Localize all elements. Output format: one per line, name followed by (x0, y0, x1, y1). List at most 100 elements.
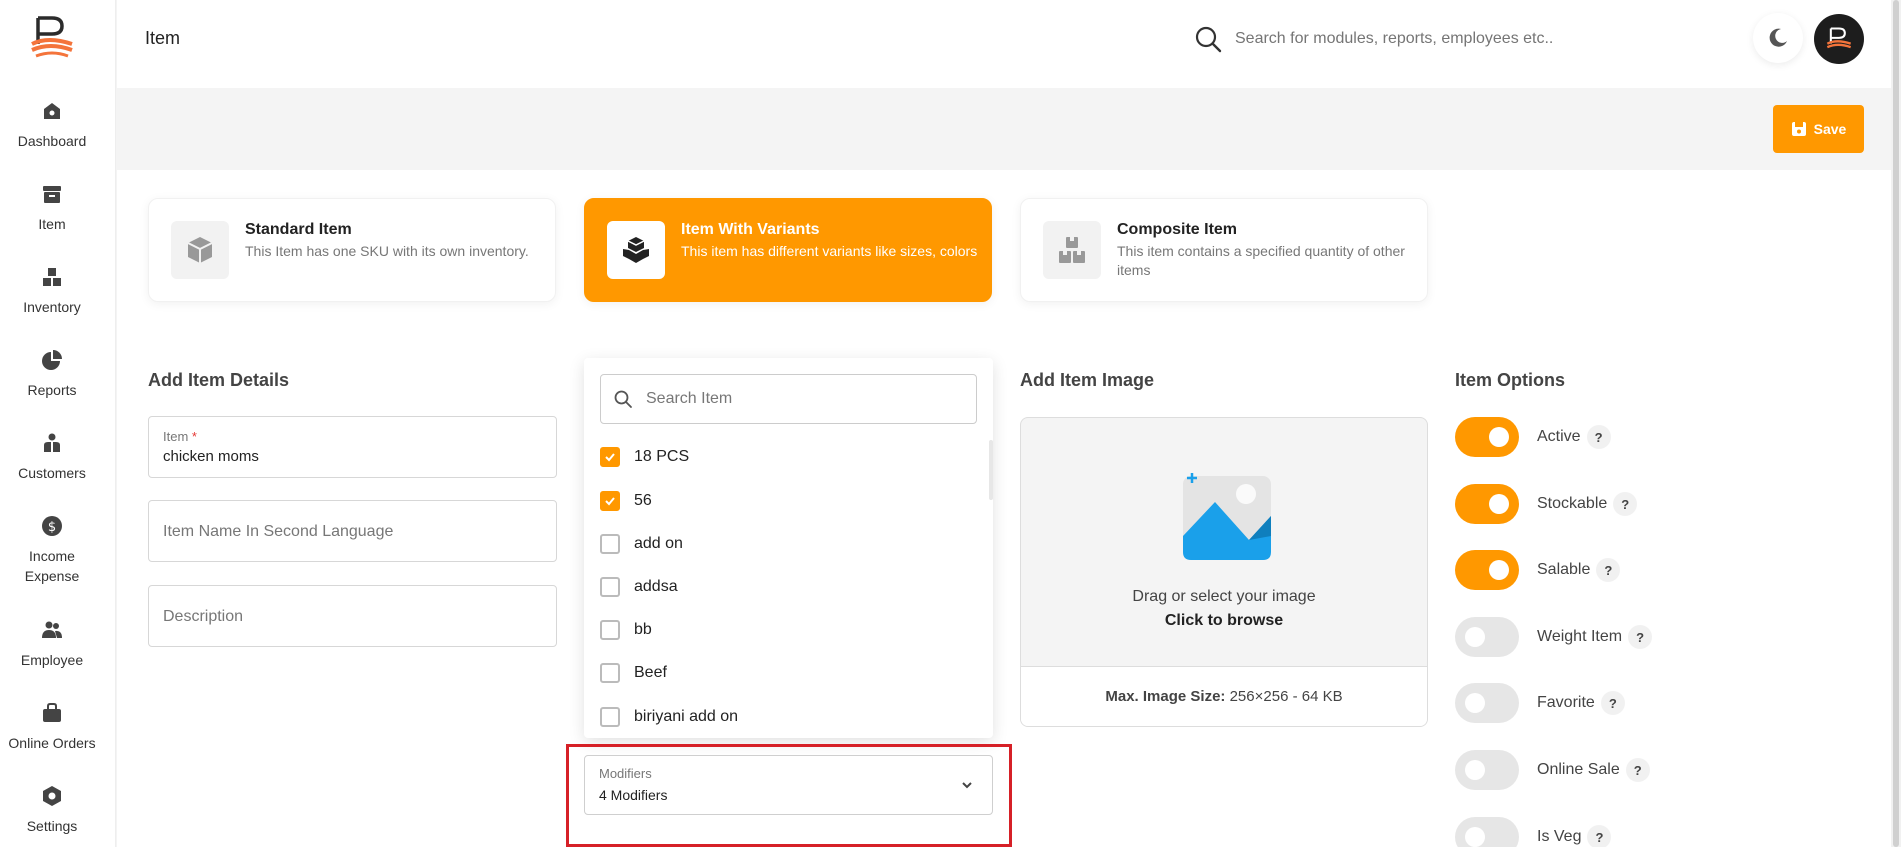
modifier-option[interactable]: 56 (600, 486, 652, 516)
modifier-search-input[interactable]: Search Item (600, 374, 977, 424)
sidebar-item-inventory[interactable]: Inventory (0, 266, 104, 317)
theme-toggle-button[interactable] (1753, 13, 1803, 63)
option-label: 18 PCS (634, 448, 690, 465)
avatar-logo-icon (1826, 27, 1852, 49)
user-avatar[interactable] (1814, 14, 1864, 64)
composite-item-card[interactable]: Composite Item This item contains a spec… (1020, 198, 1428, 302)
check-icon (605, 497, 615, 506)
sidebar-item-label: Employee (20, 652, 84, 668)
option-label: Weight Item (1537, 628, 1623, 645)
option-label: Stockable (1537, 495, 1608, 512)
settings-icon (43, 786, 61, 806)
browse-link[interactable]: Click to browse (1021, 612, 1427, 630)
cube-icon (171, 221, 229, 279)
help-icon[interactable]: ? (1587, 825, 1612, 847)
sidebar-item-label: Reports (27, 382, 77, 398)
modifier-option[interactable]: biriyani add on (600, 702, 738, 732)
image-upload-dropzone[interactable]: Drag or select your image Click to brows… (1020, 417, 1428, 727)
checkbox[interactable] (600, 447, 620, 467)
modifiers-select[interactable]: Modifiers 4 Modifiers (584, 755, 993, 815)
card-title: Standard Item (245, 221, 352, 238)
item-with-variants-card[interactable]: Item With Variants This item has differe… (584, 198, 992, 302)
sidebar-item-online-orders[interactable]: Online Orders (0, 702, 104, 753)
option-label: Active (1537, 428, 1581, 445)
option-label: biriyani add on (634, 708, 739, 725)
sidebar-item-settings[interactable]: Settings (0, 785, 104, 836)
app-logo[interactable] (28, 14, 76, 58)
description-placeholder: Description (163, 608, 244, 625)
sidebar-item-income-expense[interactable]: $ Income Expense (0, 515, 104, 586)
favorite-toggle[interactable] (1455, 683, 1519, 723)
page-scrollbar[interactable] (1891, 0, 1901, 847)
option-label: Online Sale (1537, 761, 1620, 778)
second-language-name-field[interactable]: Item Name In Second Language (148, 500, 557, 562)
description-field[interactable]: Description (148, 585, 557, 647)
checkbox[interactable] (600, 577, 620, 597)
sidebar-item-customers[interactable]: Customers (0, 432, 104, 483)
item-name-field[interactable]: Item * chicken moms (148, 416, 557, 478)
option-stockable: Stockable ? (1455, 484, 1638, 524)
stockable-toggle[interactable] (1455, 484, 1519, 524)
scrollbar-thumb[interactable] (1893, 0, 1899, 847)
variants-cubes-icon (607, 221, 665, 279)
help-icon[interactable]: ? (1625, 758, 1650, 782)
checkbox[interactable] (600, 707, 620, 727)
checkbox[interactable] (600, 663, 620, 683)
checkbox[interactable] (600, 491, 620, 511)
dropdown-scrollbar[interactable] (989, 440, 993, 500)
help-icon[interactable]: ? (1600, 691, 1625, 715)
online-sale-toggle[interactable] (1455, 750, 1519, 790)
second-language-placeholder: Item Name In Second Language (163, 523, 394, 540)
modifier-option[interactable]: 18 PCS (600, 442, 689, 472)
option-label: 56 (634, 492, 652, 509)
top-header: Item (117, 0, 1901, 88)
card-description: This Item has one SKU with its own inven… (245, 243, 529, 259)
option-label: Is Veg (1537, 828, 1582, 845)
active-toggle[interactable] (1455, 417, 1519, 457)
save-button[interactable]: Save (1773, 105, 1864, 153)
help-icon[interactable]: ? (1586, 425, 1611, 449)
help-icon[interactable]: ? (1596, 558, 1621, 582)
modifier-option[interactable]: bb (600, 615, 652, 645)
checkbox[interactable] (600, 620, 620, 640)
option-label: Favorite (1537, 694, 1595, 711)
sidebar-item-employee[interactable]: Employee (0, 619, 104, 670)
sidebar-item-dashboard[interactable]: Dashboard (0, 100, 104, 151)
help-icon[interactable]: ? (1613, 492, 1638, 516)
global-search-input[interactable] (1235, 24, 1615, 54)
option-label: Beef (634, 664, 667, 681)
modifiers-dropdown-panel: Search Item 18 PCS 56 add on addsa bb Be… (584, 358, 993, 738)
modifier-option[interactable]: add on (600, 529, 683, 559)
sidebar-item-label: Inventory (23, 299, 81, 315)
option-favorite: Favorite ? (1455, 683, 1625, 723)
save-button-label: Save (1813, 121, 1847, 137)
help-icon[interactable]: ? (1628, 625, 1653, 649)
modifier-option[interactable]: Beef (600, 658, 667, 688)
sidebar-item-item[interactable]: Item (0, 183, 104, 234)
sidebar: Dashboard Item Inventory Reports Custome… (0, 0, 116, 847)
svg-text:$: $ (48, 520, 56, 535)
search-icon[interactable] (1193, 24, 1223, 54)
salable-toggle[interactable] (1455, 550, 1519, 590)
option-is-veg: Is Veg ? (1455, 817, 1612, 847)
search-placeholder: Search Item (646, 390, 733, 407)
moon-icon (1769, 28, 1787, 47)
standard-item-card[interactable]: Standard Item This Item has one SKU with… (148, 198, 556, 302)
boxes-icon (1043, 221, 1101, 279)
option-salable: Salable ? (1455, 550, 1621, 590)
chevron-down-icon (962, 782, 972, 789)
weight-item-toggle[interactable] (1455, 617, 1519, 657)
sidebar-item-reports[interactable]: Reports (0, 349, 104, 400)
modifiers-value: 4 Modifiers (599, 787, 668, 803)
is-veg-toggle[interactable] (1455, 817, 1519, 847)
search-icon (614, 390, 632, 408)
item-icon (43, 186, 61, 203)
option-label: Salable (1537, 561, 1591, 578)
card-title: Composite Item (1117, 221, 1238, 238)
checkbox[interactable] (600, 534, 620, 554)
sidebar-item-label: Item (38, 216, 66, 232)
employee-icon (42, 621, 62, 638)
item-options-title: Item Options (1455, 370, 1566, 390)
page-title: Item (145, 28, 181, 48)
modifier-option[interactable]: addsa (600, 572, 678, 602)
